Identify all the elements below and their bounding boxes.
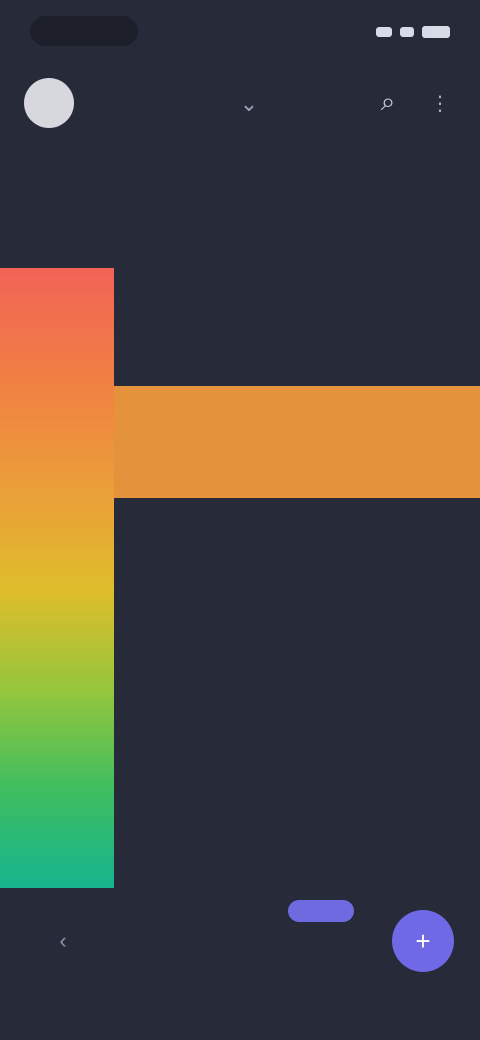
scale-item-number — [140, 828, 400, 870]
chevron-icon[interactable]: ⌄ — [234, 90, 264, 118]
search-icon[interactable]: ⌕ — [368, 82, 408, 122]
scale-item-3[interactable] — [140, 506, 400, 592]
scale-item-number — [140, 730, 400, 772]
status-pill — [30, 16, 138, 46]
scale-item-2[interactable] — [140, 400, 400, 486]
scale-item-number — [140, 506, 400, 548]
scale-item-number — [140, 618, 400, 660]
rating-scale — [0, 268, 480, 898]
scale-item-5[interactable] — [140, 730, 400, 816]
back-button[interactable]: ‹ — [46, 924, 80, 958]
skip-link[interactable] — [288, 900, 354, 922]
plus-icon: + — [415, 925, 431, 956]
top-bar: ⌄ ⌕ ⋮ — [0, 64, 480, 148]
avatar[interactable] — [24, 78, 74, 128]
footer: ‹ + — [0, 900, 480, 1040]
scale-item-1[interactable] — [140, 286, 400, 372]
wifi-icon — [400, 27, 414, 37]
scale-item-4[interactable] — [140, 618, 400, 704]
signal-icon — [376, 27, 392, 37]
scale-gradient-bar — [0, 268, 114, 888]
battery-icon — [422, 26, 450, 38]
scale-item-number — [140, 286, 400, 328]
scale-item-number — [140, 400, 400, 442]
status-icons — [376, 22, 450, 42]
more-icon[interactable]: ⋮ — [430, 88, 450, 118]
next-button[interactable]: + — [392, 910, 454, 972]
status-bar — [0, 0, 480, 64]
